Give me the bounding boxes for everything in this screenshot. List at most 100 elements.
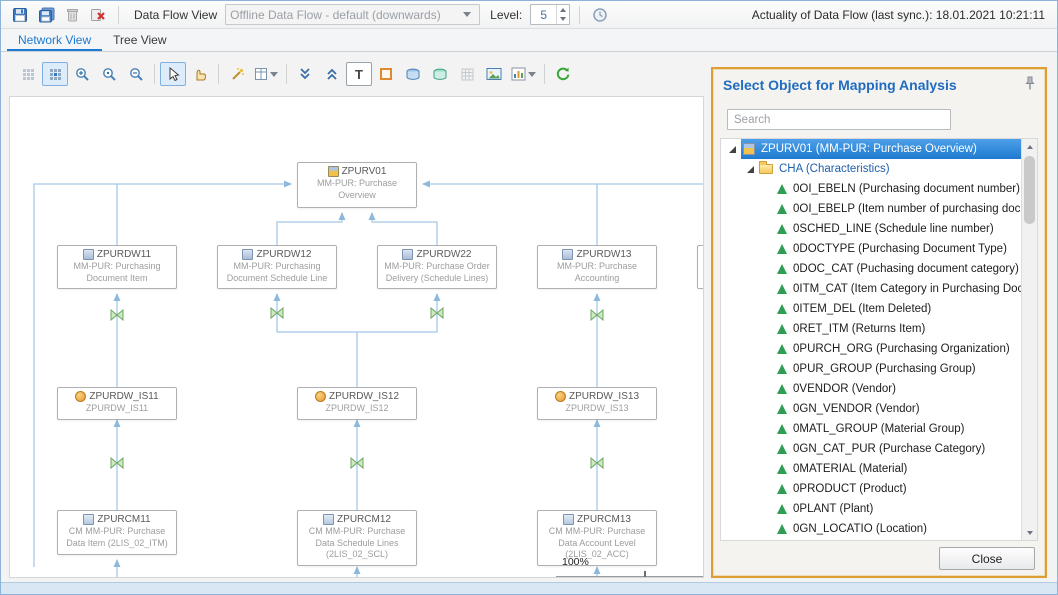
- auto-layout-icon[interactable]: [224, 62, 250, 86]
- characteristic-icon: [777, 444, 787, 454]
- node-zpurcm13[interactable]: ZPURCM13 CM MM-PUR: Purchase Data Accoun…: [537, 510, 657, 566]
- tree-item[interactable]: 0RET_ITM (Returns Item): [721, 319, 1021, 339]
- tree-item-partial[interactable]: [721, 539, 1021, 540]
- node-zpurcm11[interactable]: ZPURCM11 CM MM-PUR: Purchase Data Item (…: [57, 510, 177, 555]
- spin-up-button[interactable]: [557, 5, 569, 15]
- node-zpurdw-is12[interactable]: ZPURDW_IS12 ZPURDW_IS12: [297, 387, 417, 420]
- characteristic-icon: [777, 204, 787, 214]
- separator: [218, 64, 219, 84]
- pan-tool-icon[interactable]: [187, 62, 213, 86]
- scroll-down-button[interactable]: [1022, 525, 1037, 540]
- node-title: ZPURCM11: [97, 514, 150, 525]
- node-zpurdw-is11[interactable]: ZPURDW_IS11 ZPURDW_IS11: [57, 387, 177, 420]
- tree-item[interactable]: 0SCHED_LINE (Schedule line number): [721, 219, 1021, 239]
- tree-item[interactable]: 0VENDOR (Vendor): [721, 379, 1021, 399]
- tree-item[interactable]: 0PLANT (Plant): [721, 499, 1021, 519]
- node-zpurdw13[interactable]: ZPURDW13 MM-PUR: Purchase Accounting: [537, 245, 657, 289]
- scrollbar-thumb[interactable]: [1024, 156, 1035, 224]
- save-all-icon[interactable]: [35, 4, 57, 26]
- data-flow-combobox[interactable]: Offline Data Flow - default (downwards): [225, 4, 480, 25]
- chevron-down-icon: [270, 72, 278, 77]
- chevrons-up-icon[interactable]: [319, 62, 345, 86]
- pin-icon[interactable]: [1023, 76, 1037, 92]
- delete-data-flow-icon[interactable]: [87, 4, 109, 26]
- zoom-slider-handle[interactable]: [644, 571, 646, 578]
- refresh-icon[interactable]: [550, 62, 576, 86]
- tree-folder-cha[interactable]: CHA (Characteristics): [721, 159, 1021, 179]
- text-tool-icon[interactable]: T: [346, 62, 372, 86]
- data-flow-combobox-value: Offline Data Flow - default (downwards): [230, 8, 459, 22]
- datastore-icon: [562, 249, 573, 260]
- node-title: ZPURDW_IS12: [329, 391, 399, 402]
- tree-item[interactable]: 0ITM_CAT (Item Category in Purchasing Do…: [721, 279, 1021, 299]
- characteristic-icon: [777, 424, 787, 434]
- node-zpurdw22[interactable]: ZPURDW22 MM-PUR: Purchase Order Delivery…: [377, 245, 497, 289]
- tree-item[interactable]: 0OI_EBELN (Purchasing document number): [721, 179, 1021, 199]
- chevrons-down-icon[interactable]: [292, 62, 318, 86]
- tree-item[interactable]: 0OI_EBELP (Item number of purchasing doc…: [721, 199, 1021, 219]
- zoom-level-label: 100%: [562, 556, 589, 568]
- tree-item[interactable]: 0DOC_CAT (Puchasing document category): [721, 259, 1021, 279]
- snap-grid-icon[interactable]: [42, 62, 68, 86]
- level-spinner[interactable]: 5: [530, 4, 570, 25]
- scroll-up-button[interactable]: [1022, 139, 1037, 154]
- node-zpurcm12[interactable]: ZPURCM12 CM MM-PUR: Purchase Data Schedu…: [297, 510, 417, 566]
- layers-blue-icon[interactable]: [400, 62, 426, 86]
- chart-tool-icon[interactable]: [508, 62, 539, 86]
- diagram-canvas[interactable]: ZPURV01 MM-PUR: Purchase Overview ZPURDW…: [9, 96, 704, 578]
- layers-green-icon[interactable]: [427, 62, 453, 86]
- zoom-in-icon[interactable]: [69, 62, 95, 86]
- zoom-slider[interactable]: [556, 576, 704, 577]
- column-chooser-icon[interactable]: [251, 62, 281, 86]
- infosource-icon: [555, 391, 566, 402]
- vertical-scrollbar[interactable]: [1021, 139, 1037, 540]
- tab-tree-view[interactable]: Tree View: [102, 29, 177, 51]
- frame-tool-icon[interactable]: [373, 62, 399, 86]
- node-zpurv01[interactable]: ZPURV01 MM-PUR: Purchase Overview: [297, 162, 417, 208]
- node-subtitle: CM MM-PUR: Purchase Data Account Level (…: [540, 526, 654, 561]
- spin-down-button[interactable]: [557, 15, 569, 25]
- node-zpurdw-is13[interactable]: ZPURDW_IS13 ZPURDW_IS13: [537, 387, 657, 420]
- tree-item-label: CHA (Characteristics): [779, 163, 890, 175]
- zoom-out-icon[interactable]: [123, 62, 149, 86]
- search-input[interactable]: [727, 109, 951, 130]
- pointer-tool-icon[interactable]: [160, 62, 186, 86]
- tree-item[interactable]: 0GN_LOCATIO (Location): [721, 519, 1021, 539]
- tree-item[interactable]: 0MATERIAL (Material): [721, 459, 1021, 479]
- node-zpurdw11[interactable]: ZPURDW11 MM-PUR: Purchasing Document Ite…: [57, 245, 177, 289]
- close-button[interactable]: Close: [939, 547, 1035, 570]
- save-icon[interactable]: [9, 4, 31, 26]
- grid-small-icon[interactable]: [454, 62, 480, 86]
- export-image-icon[interactable]: [481, 62, 507, 86]
- delete-icon[interactable]: [61, 4, 83, 26]
- chevron-down-icon[interactable]: [459, 12, 475, 17]
- characteristic-icon: [777, 284, 787, 294]
- node-subtitle: ZPURDW_IS11: [60, 403, 174, 415]
- tree-item[interactable]: 0MATL_GROUP (Material Group): [721, 419, 1021, 439]
- tree-root-zpurv01[interactable]: ZPURV01 (MM-PUR: Purchase Overview): [721, 139, 1021, 159]
- tree-item-label: 0GN_VENDOR (Vendor): [793, 403, 920, 415]
- expander-icon[interactable]: [747, 166, 754, 173]
- sync-status-icon[interactable]: [589, 4, 611, 26]
- tree-item[interactable]: 0GN_VENDOR (Vendor): [721, 399, 1021, 419]
- node-title: ZPURV01: [342, 166, 387, 177]
- tree-item[interactable]: 0PRODUCT (Product): [721, 479, 1021, 499]
- characteristic-icon: [777, 184, 787, 194]
- grid-icon[interactable]: [15, 62, 41, 86]
- node-title: ZPURDW11: [97, 249, 151, 260]
- tab-network-view[interactable]: Network View: [7, 29, 102, 51]
- tree-item[interactable]: 0PUR_GROUP (Purchasing Group): [721, 359, 1021, 379]
- tree-item[interactable]: 0PURCH_ORG (Purchasing Organization): [721, 339, 1021, 359]
- tree-item[interactable]: 0ITEM_DEL (Item Deleted): [721, 299, 1021, 319]
- tree-item[interactable]: 0DOCTYPE (Purchasing Document Type): [721, 239, 1021, 259]
- characteristic-icon: [777, 324, 787, 334]
- characteristic-icon: [777, 504, 787, 514]
- separator: [154, 64, 155, 84]
- node-partial[interactable]: [697, 245, 704, 289]
- zoom-original-icon[interactable]: [96, 62, 122, 86]
- app-window: Data Flow View Offline Data Flow - defau…: [0, 0, 1058, 595]
- node-zpurdw12[interactable]: ZPURDW12 MM-PUR: Purchasing Document Sch…: [217, 245, 337, 289]
- expander-icon[interactable]: [729, 146, 736, 153]
- node-title: ZPURCM12: [337, 514, 391, 525]
- tree-item[interactable]: 0GN_CAT_PUR (Purchase Category): [721, 439, 1021, 459]
